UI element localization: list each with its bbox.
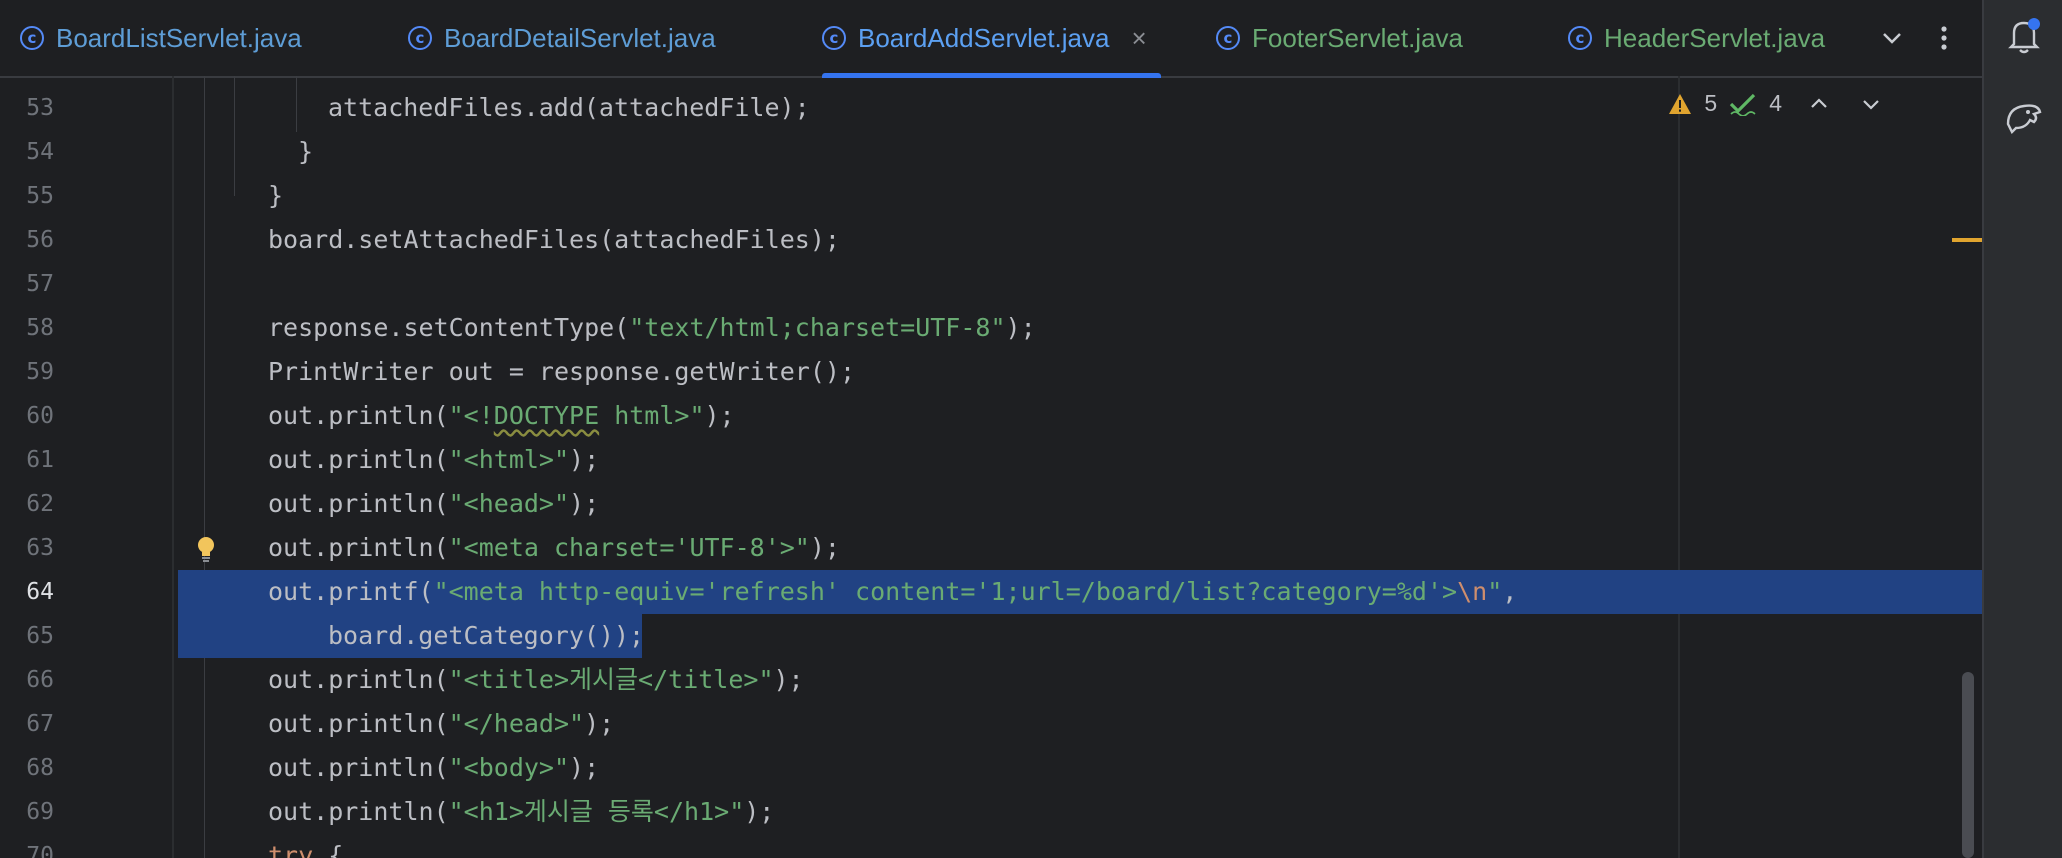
close-icon[interactable]: × (1131, 23, 1146, 54)
line-number: 55 (26, 183, 54, 209)
vertical-scrollbar[interactable] (1962, 672, 1974, 858)
chevron-down-icon[interactable] (1872, 18, 1912, 58)
class-icon: c (822, 26, 846, 50)
line-number: 60 (26, 403, 54, 429)
code-line-67[interactable]: 67 out.println("</head>"); (0, 702, 1982, 746)
line-number: 65 (26, 623, 54, 649)
code-text: PrintWriter out = response.getWriter(); (268, 357, 855, 386)
line-number: 63 (26, 535, 54, 561)
code-text: out.println("<head>"); (268, 489, 600, 518)
line-number: 67 (26, 711, 54, 737)
code-text: out.println("<body>"); (268, 753, 600, 782)
code-line-62[interactable]: 62 out.println("<head>"); (0, 482, 1982, 526)
line-number: 59 (26, 359, 54, 385)
tab-label: BoardDetailServlet.java (444, 22, 716, 53)
tab-footerservlet[interactable]: c FooterServlet.java (1216, 0, 1463, 76)
code-text: out.printf("<meta http-equiv='refresh' c… (268, 577, 1518, 606)
code-line-55[interactable]: 55 } (0, 174, 1982, 218)
tab-headerservlet[interactable]: c HeaderServlet.java (1568, 0, 1825, 76)
code-line-58[interactable]: 58 response.setContentType("text/html;ch… (0, 306, 1982, 350)
right-toolbar (1982, 0, 2062, 858)
code-line-57[interactable]: 57 (0, 262, 1982, 306)
code-line-66[interactable]: 66 out.println("<title>게시글</title>"); (0, 658, 1982, 702)
code-text: } (268, 181, 284, 210)
class-icon: c (1568, 26, 1592, 50)
code-text: out.println("<html>"); (268, 445, 600, 474)
code-line-68[interactable]: 68 out.println("<body>"); (0, 746, 1982, 790)
code-line-65[interactable]: board.getCategory()); (178, 614, 645, 658)
bell-icon[interactable] (2002, 14, 2046, 58)
lightbulb-icon[interactable] (194, 535, 218, 568)
class-icon: c (20, 26, 44, 50)
code-line-70[interactable]: 70 try { (0, 834, 1982, 858)
code-text: response.setContentType("text/html;chars… (268, 313, 1036, 342)
code-line-56[interactable]: 56 board.setAttachedFiles(attachedFiles)… (0, 218, 1982, 262)
code-line-69[interactable]: 69 out.println("<h1>게시글 등록</h1>"); (0, 790, 1982, 834)
line-number: 62 (26, 491, 54, 517)
code-line-64[interactable]: out.printf("<meta http-equiv='refresh' c… (178, 570, 1982, 614)
line-number: 68 (26, 755, 54, 781)
class-icon: c (1216, 26, 1240, 50)
code-text: board.setAttachedFiles(attachedFiles); (268, 225, 840, 254)
tab-boardlistservlet[interactable]: c BoardListServlet.java (20, 0, 302, 76)
code-text: out.println("<!DOCTYPE html>"); (268, 401, 735, 430)
line-number: 56 (26, 227, 54, 253)
code-line-60[interactable]: 60 out.println("<!DOCTYPE html>"); (0, 394, 1982, 438)
code-text: board.getCategory()); (328, 621, 645, 650)
code-line-63[interactable]: 63 out.println("<meta charset='UTF-8'>")… (0, 526, 1982, 570)
class-icon: c (408, 26, 432, 50)
code-line-61[interactable]: 61 out.println("<html>"); (0, 438, 1982, 482)
code-text: } (298, 137, 314, 166)
line-number: 58 (26, 315, 54, 341)
code-text: attachedFiles.add(attachedFile); (328, 93, 810, 122)
tab-label: BoardAddServlet.java (858, 22, 1110, 53)
line-number: 57 (26, 271, 54, 297)
line-number: 64 (26, 579, 54, 605)
line-number: 69 (26, 799, 54, 825)
tab-boarddetailservlet[interactable]: c BoardDetailServlet.java (408, 0, 716, 76)
code-line-59[interactable]: 59 PrintWriter out = response.getWriter(… (0, 350, 1982, 394)
warning-marker[interactable] (1952, 238, 1982, 242)
code-text: out.println("<title>게시글</title>"); (268, 665, 804, 694)
line-number: 70 (26, 843, 54, 858)
tab-label: HeaderServlet.java (1604, 22, 1826, 53)
code-text: out.println("</head>"); (268, 709, 615, 738)
code-text: try { (268, 841, 344, 858)
code-editor[interactable]: c BoardListServlet.java c BoardDetailSer… (0, 0, 1982, 858)
ai-assistant-icon[interactable] (2002, 94, 2046, 138)
line-number: 66 (26, 667, 54, 693)
editor-tab-bar: c BoardListServlet.java c BoardDetailSer… (0, 0, 1982, 78)
line-number: 61 (26, 447, 54, 473)
code-line-54[interactable]: 54 } (0, 130, 1982, 174)
tab-boardaddservlet[interactable]: c BoardAddServlet.java × (822, 0, 1161, 78)
tab-label: BoardListServlet.java (56, 22, 302, 53)
line-number: 53 (26, 95, 54, 121)
code-text: out.println("<meta charset='UTF-8'>"); (268, 533, 840, 562)
code-text: out.println("<h1>게시글 등록</h1>"); (268, 797, 775, 826)
more-vertical-icon[interactable] (1924, 18, 1964, 58)
code-line-53[interactable]: 53 attachedFiles.add(attachedFile); (0, 86, 1982, 130)
line-number: 54 (26, 139, 54, 165)
tab-label: FooterServlet.java (1252, 22, 1463, 53)
